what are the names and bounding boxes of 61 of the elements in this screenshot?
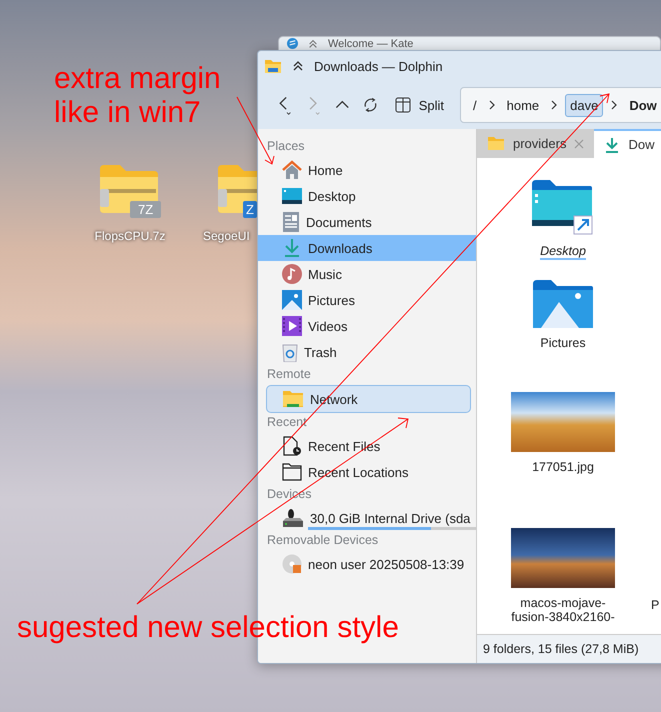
split-button[interactable]: Split xyxy=(388,93,450,117)
places-item[interactable]: Music xyxy=(258,261,476,287)
chevron-icon xyxy=(488,99,496,111)
house-icon xyxy=(282,160,302,180)
places-item[interactable]: 30,0 GiB Internal Drive (sda xyxy=(258,505,476,531)
folder-icon xyxy=(264,58,282,74)
download-icon xyxy=(282,238,302,258)
recent-document-icon xyxy=(282,436,302,456)
pictures-folder-icon[interactable] xyxy=(533,280,593,328)
download-icon xyxy=(604,136,620,152)
keep-above-icon[interactable] xyxy=(292,60,304,72)
location-bar[interactable]: / home dave Dow xyxy=(460,87,661,123)
places-item[interactable]: Documents xyxy=(258,209,476,235)
window-title: Downloads — Dolphin xyxy=(314,58,443,74)
annotation-text: sugested new selection style xyxy=(17,611,399,645)
split-view-icon xyxy=(394,97,411,113)
section-header: Remote xyxy=(266,366,312,383)
tab[interactable]: Dow xyxy=(594,129,661,158)
folder-icon xyxy=(487,136,505,151)
window-title: Welcome — Kate xyxy=(328,38,414,50)
annotation-text: extra margin like in win7 xyxy=(54,62,221,130)
places-item[interactable]: Trash xyxy=(258,339,476,365)
places-item[interactable]: Desktop xyxy=(258,183,476,209)
file-type-badge: 7Z xyxy=(130,201,162,218)
file-name[interactable]: P xyxy=(651,598,660,612)
music-note-icon xyxy=(282,264,302,284)
places-item[interactable]: neon user 20250508-13:39 xyxy=(258,551,476,577)
app-icon xyxy=(287,38,298,49)
desktop-icon xyxy=(282,187,302,205)
places-item[interactable]: Videos xyxy=(258,313,476,339)
folder-outline-icon xyxy=(282,463,302,481)
folder-icon xyxy=(282,390,304,408)
chevron-icon xyxy=(610,99,618,111)
breadcrumb-item[interactable]: dave xyxy=(565,94,604,116)
image-thumbnail[interactable] xyxy=(511,392,615,452)
breadcrumb-item[interactable]: / xyxy=(468,94,481,116)
section-header: Places xyxy=(266,138,306,155)
file-name[interactable]: Pictures xyxy=(540,336,586,350)
hard-drive-icon xyxy=(282,508,304,528)
reload-icon[interactable] xyxy=(362,95,379,115)
status-text: 9 folders, 15 files (27,8 MiB) xyxy=(483,642,639,656)
file-type-badge: Z xyxy=(243,201,257,218)
places-item[interactable]: Downloads xyxy=(258,235,476,261)
picture-icon xyxy=(282,290,302,310)
file-name[interactable]: macos-mojave-fusion-3840x2160- xyxy=(507,596,619,624)
places-item[interactable]: Home xyxy=(258,157,476,183)
file-name[interactable]: 177051.jpg xyxy=(532,460,594,474)
chevron-icon xyxy=(550,99,558,111)
video-icon xyxy=(282,316,302,336)
section-header: Removable Devices xyxy=(266,532,380,549)
trash-icon xyxy=(282,342,298,362)
document-icon xyxy=(282,212,300,232)
section-header: Recent xyxy=(266,414,308,431)
breadcrumb-item[interactable]: Dow xyxy=(625,94,661,116)
folder-shortcut-icon[interactable] xyxy=(532,180,594,236)
breadcrumb-item[interactable]: home xyxy=(502,94,544,116)
places-item[interactable]: Pictures xyxy=(258,287,476,313)
file-name[interactable]: Desktop xyxy=(540,244,586,260)
disc-icon xyxy=(282,554,302,574)
background-window[interactable]: Welcome — Kate xyxy=(278,36,661,50)
image-thumbnail[interactable] xyxy=(511,528,615,588)
